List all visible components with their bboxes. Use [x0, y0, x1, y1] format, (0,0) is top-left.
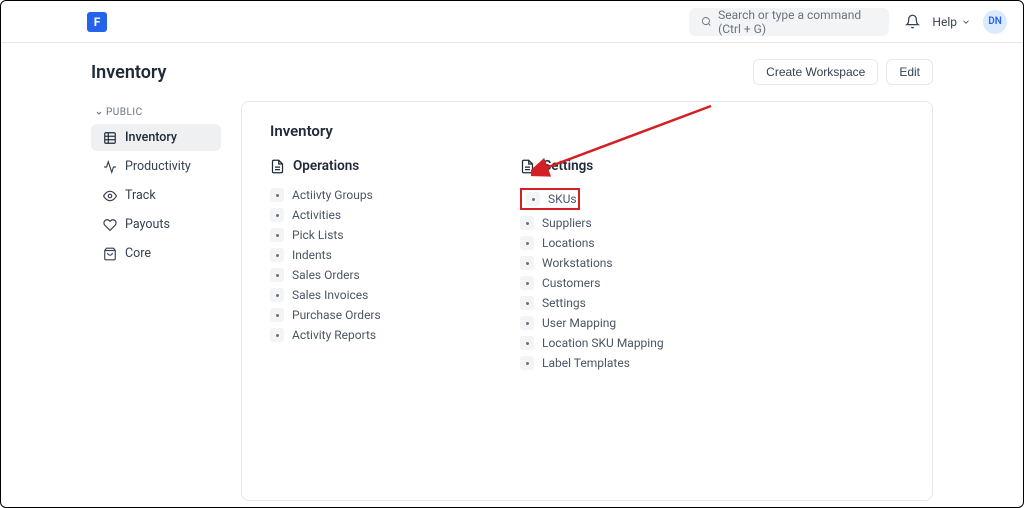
- settings-item[interactable]: User Mapping: [520, 316, 730, 330]
- settings-item[interactable]: SKUs: [520, 188, 730, 210]
- sidebar-item-label: Inventory: [125, 130, 177, 145]
- eye-icon: [103, 189, 117, 203]
- create-workspace-button[interactable]: Create Workspace: [753, 59, 878, 85]
- bag-icon: [103, 247, 117, 261]
- heart-icon: [103, 218, 117, 232]
- operations-item-label: Purchase Orders: [292, 308, 381, 322]
- settings-item-label: Workstations: [542, 256, 613, 270]
- sidebar-item-label: Payouts: [125, 217, 170, 232]
- search-input[interactable]: Search or type a command (Ctrl + G): [689, 8, 889, 36]
- user-avatar[interactable]: DN: [983, 10, 1007, 34]
- annotation-highlight: SKUs: [520, 188, 580, 210]
- chevron-down-icon: [95, 109, 103, 117]
- notification-icon[interactable]: [905, 14, 920, 29]
- document-icon: [520, 159, 535, 174]
- operations-item-label: Sales Invoices: [292, 288, 368, 302]
- settings-item-label: User Mapping: [542, 316, 616, 330]
- operations-item[interactable]: Actiivty Groups: [270, 188, 480, 202]
- settings-item[interactable]: Suppliers: [520, 216, 730, 230]
- search-icon: [701, 15, 712, 28]
- operations-item[interactable]: Sales Orders: [270, 268, 480, 282]
- operations-item-label: Actiivty Groups: [292, 188, 373, 202]
- settings-item[interactable]: Locations: [520, 236, 730, 250]
- operations-header: Operations: [270, 158, 480, 174]
- settings-item[interactable]: Label Templates: [520, 356, 730, 370]
- operations-item-label: Activity Reports: [292, 328, 376, 342]
- operations-item[interactable]: Activity Reports: [270, 328, 480, 342]
- settings-item[interactable]: Workstations: [520, 256, 730, 270]
- operations-item[interactable]: Pick Lists: [270, 228, 480, 242]
- bullet-icon: [520, 256, 534, 270]
- sidebar-section-public[interactable]: PUBLIC: [91, 101, 221, 124]
- settings-item-label: Customers: [542, 276, 600, 290]
- settings-item-label: Locations: [542, 236, 595, 250]
- bullet-icon: [526, 192, 540, 206]
- operations-item-label: Activities: [292, 208, 341, 222]
- settings-item-label: SKUs: [548, 192, 577, 206]
- operations-item[interactable]: Purchase Orders: [270, 308, 480, 322]
- settings-item[interactable]: Customers: [520, 276, 730, 290]
- sidebar-item-label: Core: [125, 246, 151, 261]
- bullet-icon: [270, 288, 284, 302]
- sidebar-section-label: PUBLIC: [106, 107, 143, 118]
- bullet-icon: [520, 316, 534, 330]
- sidebar-item-productivity[interactable]: Productivity: [91, 153, 221, 180]
- bullet-icon: [520, 276, 534, 290]
- bullet-icon: [270, 268, 284, 282]
- settings-header: Settings: [520, 158, 730, 174]
- settings-item-label: Suppliers: [542, 216, 592, 230]
- bullet-icon: [270, 208, 284, 222]
- settings-item[interactable]: Location SKU Mapping: [520, 336, 730, 350]
- bullet-icon: [270, 248, 284, 262]
- operations-label: Operations: [293, 158, 359, 174]
- operations-item[interactable]: Sales Invoices: [270, 288, 480, 302]
- chevron-down-icon: [961, 17, 971, 27]
- sidebar-item-label: Productivity: [125, 159, 191, 174]
- help-label: Help: [932, 15, 957, 29]
- bullet-icon: [520, 296, 534, 310]
- operations-item-label: Indents: [292, 248, 332, 262]
- sidebar-item-core[interactable]: Core: [91, 240, 221, 267]
- sidebar-item-track[interactable]: Track: [91, 182, 221, 209]
- bullet-icon: [520, 356, 534, 370]
- bullet-icon: [270, 328, 284, 342]
- settings-item-label: Label Templates: [542, 356, 630, 370]
- operations-column: Operations Actiivty Groups Activities Pick…: [270, 158, 480, 370]
- operations-item-label: Pick Lists: [292, 228, 344, 242]
- settings-label: Settings: [543, 158, 593, 174]
- bullet-icon: [270, 188, 284, 202]
- settings-item[interactable]: Settings: [520, 296, 730, 310]
- panel-title: Inventory: [270, 122, 904, 140]
- page-title: Inventory: [91, 62, 166, 83]
- sidebar-item-payouts[interactable]: Payouts: [91, 211, 221, 238]
- main-panel: Inventory Operations Actiivty Groups Acti…: [241, 101, 933, 501]
- bullet-icon: [520, 336, 534, 350]
- grid-icon: [103, 131, 117, 145]
- settings-column: Settings SKUs Suppliers Locations Workstati…: [520, 158, 730, 370]
- operations-item[interactable]: Activities: [270, 208, 480, 222]
- activity-icon: [103, 160, 117, 174]
- bullet-icon: [520, 216, 534, 230]
- bullet-icon: [520, 236, 534, 250]
- app-logo[interactable]: F: [87, 12, 107, 32]
- edit-button[interactable]: Edit: [886, 59, 933, 85]
- settings-item-label: Location SKU Mapping: [542, 336, 664, 350]
- sidebar-item-inventory[interactable]: Inventory: [91, 124, 221, 151]
- sidebar-item-label: Track: [125, 188, 156, 203]
- page-header: Inventory Create Workspace Edit: [1, 43, 1023, 101]
- sidebar: PUBLIC Inventory Productivity Track Payo…: [91, 101, 221, 501]
- bullet-icon: [270, 228, 284, 242]
- document-icon: [270, 159, 285, 174]
- operations-item-label: Sales Orders: [292, 268, 360, 282]
- settings-item-label: Settings: [542, 296, 586, 310]
- topbar: F Search or type a command (Ctrl + G) He…: [1, 1, 1023, 43]
- bullet-icon: [270, 308, 284, 322]
- search-placeholder: Search or type a command (Ctrl + G): [718, 8, 877, 36]
- help-menu[interactable]: Help: [932, 15, 971, 29]
- operations-item[interactable]: Indents: [270, 248, 480, 262]
